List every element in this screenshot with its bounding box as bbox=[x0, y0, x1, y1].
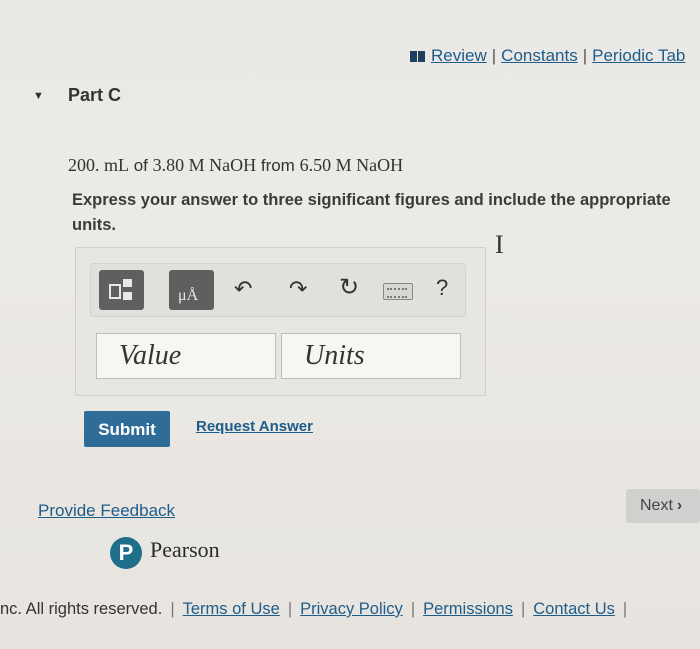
permissions-link[interactable]: Permissions bbox=[423, 600, 513, 618]
question-volume: 200. mL bbox=[68, 155, 129, 175]
help-icon[interactable]: ? bbox=[436, 275, 448, 301]
templates-button[interactable] bbox=[99, 270, 144, 310]
terms-link[interactable]: Terms of Use bbox=[183, 600, 280, 618]
pearson-name: Pearson bbox=[150, 537, 220, 562]
top-links: Review | Constants | Periodic Tab bbox=[410, 46, 685, 66]
pearson-logo: P bbox=[110, 537, 142, 569]
separator: | bbox=[520, 600, 526, 618]
question-text: 200. mL of 3.80 M NaOH from 6.50 M NaOH bbox=[68, 155, 403, 176]
value-input[interactable]: Value bbox=[96, 333, 276, 379]
redo-icon[interactable]: ↷ bbox=[289, 276, 307, 302]
review-link[interactable]: Review bbox=[431, 46, 487, 65]
request-answer-link[interactable]: Request Answer bbox=[196, 418, 313, 435]
book-icon bbox=[410, 51, 425, 63]
reset-icon[interactable]: ↻ bbox=[339, 273, 359, 302]
chevron-right-icon: › bbox=[676, 497, 683, 514]
separator: | bbox=[491, 46, 497, 65]
answer-toolbar: μÅ ↶ ↷ ↻ ? bbox=[90, 263, 466, 317]
copyright-text: nc. All rights reserved. bbox=[0, 600, 163, 618]
periodic-table-link[interactable]: Periodic Tab bbox=[592, 46, 685, 65]
undo-icon[interactable]: ↶ bbox=[234, 276, 252, 302]
question-stock-concentration: 3.80 M NaOH bbox=[152, 155, 257, 175]
keyboard-icon[interactable] bbox=[383, 283, 413, 300]
answer-box: μÅ ↶ ↷ ↻ ? Value Units bbox=[75, 247, 486, 396]
separator: | bbox=[582, 46, 588, 65]
units-input[interactable]: Units bbox=[281, 333, 461, 379]
footer: nc. All rights reserved. | Terms of Use | Pr… bbox=[0, 600, 635, 619]
template-box-icon bbox=[123, 292, 132, 300]
instructions: Express your answer to three significant… bbox=[72, 191, 671, 234]
separator: | bbox=[410, 600, 416, 618]
units-button[interactable]: μÅ bbox=[169, 270, 214, 310]
privacy-link[interactable]: Privacy Policy bbox=[300, 600, 403, 618]
question-from: from bbox=[256, 156, 300, 175]
next-button[interactable]: Next › bbox=[626, 489, 700, 523]
separator: | bbox=[622, 600, 628, 618]
provide-feedback-link[interactable]: Provide Feedback bbox=[38, 501, 175, 521]
template-box-icon bbox=[109, 284, 121, 299]
collapse-triangle-icon[interactable]: ▼ bbox=[33, 90, 44, 102]
text-cursor-icon: I bbox=[495, 230, 504, 259]
question-source-concentration: 6.50 M NaOH bbox=[299, 155, 404, 175]
constants-link[interactable]: Constants bbox=[501, 46, 578, 65]
question-of: of bbox=[129, 156, 153, 175]
template-box-icon bbox=[123, 279, 132, 287]
submit-button[interactable]: Submit bbox=[84, 411, 170, 447]
units-button-label: μÅ bbox=[178, 287, 199, 304]
next-label: Next bbox=[640, 497, 673, 514]
part-title[interactable]: Part C bbox=[68, 85, 121, 106]
separator: | bbox=[170, 600, 175, 618]
separator: | bbox=[287, 600, 293, 618]
contact-link[interactable]: Contact Us bbox=[533, 600, 615, 618]
